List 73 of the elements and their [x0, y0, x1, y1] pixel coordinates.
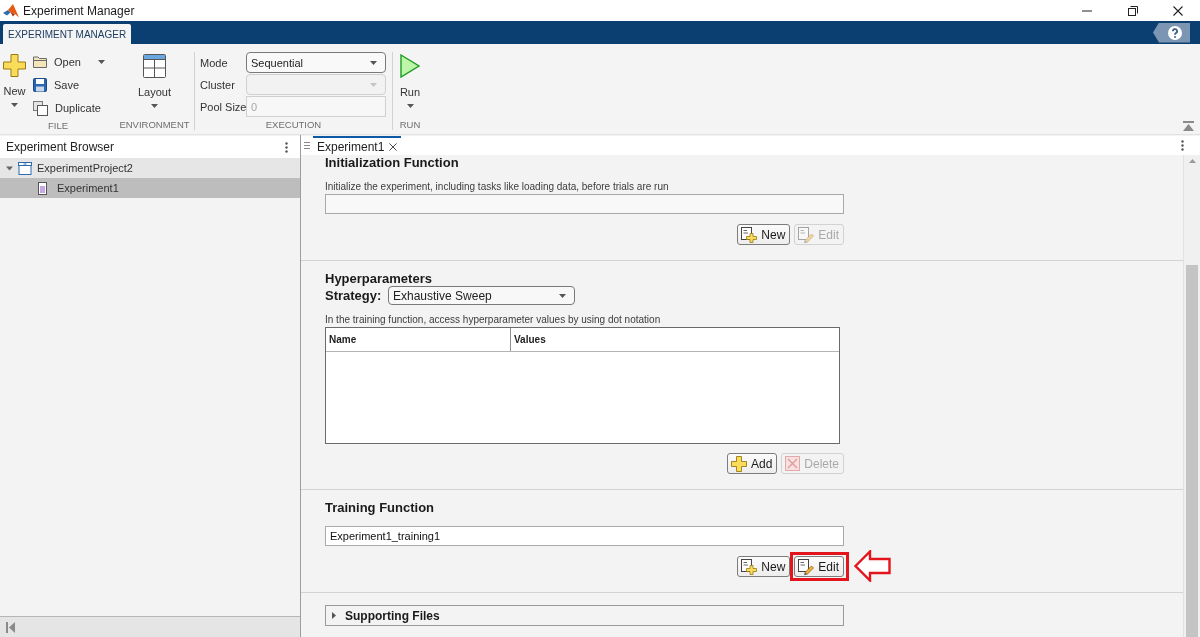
- column-header: Name: [326, 328, 511, 351]
- open-button[interactable]: Open: [30, 51, 108, 73]
- collapse-panel-button[interactable]: [6, 621, 15, 633]
- folder-icon: [33, 56, 47, 68]
- group-label: ENVIRONMENT: [119, 118, 190, 132]
- panel-title: Experiment Browser: [6, 140, 115, 154]
- tree-item[interactable]: ExperimentProject2: [0, 158, 300, 178]
- tree-item[interactable]: Experiment1: [0, 178, 300, 198]
- expand-caret-icon[interactable]: [5, 164, 13, 172]
- pencil-document-icon: [798, 226, 815, 243]
- close-icon: [1173, 5, 1183, 16]
- layout-grid-icon: [143, 54, 166, 78]
- kebab-menu-icon: [285, 141, 288, 153]
- section-description: Initialize the experiment, including tasks like loading data, before trials are run: [325, 181, 670, 192]
- strategy-label: Strategy:: [325, 288, 383, 303]
- new-file-icon: [741, 226, 758, 243]
- save-button[interactable]: Save: [30, 74, 108, 96]
- field-label: Pool Size: [200, 100, 246, 113]
- close-icon: [389, 142, 398, 151]
- new-button[interactable]: New: [737, 224, 791, 245]
- dropdown[interactable]: Sequential: [246, 52, 386, 73]
- field-label: Mode: [200, 56, 229, 69]
- run-button[interactable]: Run: [396, 51, 424, 115]
- window-title: Experiment Manager: [23, 3, 135, 18]
- collapse-left-icon: [6, 621, 15, 633]
- plus-icon: [730, 455, 747, 472]
- grip-icon: [304, 142, 310, 149]
- layout-button[interactable]: Layout: [135, 51, 174, 115]
- plus-icon: [3, 54, 26, 77]
- scroll-up-icon[interactable]: [1188, 159, 1196, 163]
- document-tab[interactable]: Experiment1: [313, 136, 402, 155]
- group-label: RUN: [399, 118, 421, 132]
- app-logo-icon: [3, 3, 19, 18]
- edit-button[interactable]: Edit: [794, 556, 844, 577]
- section-description: In the training function, access hyperparameter values by using dot notation: [325, 314, 662, 325]
- new-file-icon: [741, 558, 758, 575]
- add-button[interactable]: Add: [726, 453, 778, 474]
- ribbon-tab[interactable]: EXPERIMENT MANAGER: [3, 24, 132, 44]
- caret-icon: [370, 60, 377, 65]
- panel-menu-button[interactable]: [285, 141, 288, 153]
- scrollbar-thumb[interactable]: [1186, 265, 1198, 637]
- new-button[interactable]: New: [0, 51, 29, 115]
- help-button[interactable]: [1153, 22, 1190, 43]
- section-title: Training Function: [325, 500, 436, 515]
- pointer-arrow: [854, 550, 891, 582]
- play-icon: [400, 54, 420, 78]
- function-field[interactable]: [325, 194, 844, 214]
- pencil-document-icon: [798, 558, 815, 575]
- scrollbar[interactable]: [1183, 155, 1200, 637]
- x-square-icon: [785, 456, 801, 471]
- document-menu-button[interactable]: [1181, 140, 1184, 151]
- collapse-up-icon: [1183, 121, 1194, 131]
- minimize-icon: [1082, 9, 1092, 12]
- new-button[interactable]: New: [737, 556, 791, 577]
- group-label: FILE: [47, 119, 69, 133]
- project-box-icon: [18, 161, 32, 175]
- strategy-dropdown[interactable]: Exhaustive Sweep: [388, 286, 575, 305]
- field-label: Cluster: [200, 78, 236, 91]
- group-label: EXECUTION: [265, 118, 322, 132]
- section-title: Hyperparameters: [325, 271, 433, 286]
- collapse-toolstrip-button[interactable]: [1183, 121, 1194, 131]
- column-header: Values: [513, 333, 547, 347]
- function-field[interactable]: Experiment1_training1: [325, 526, 844, 546]
- caret-icon: [370, 82, 377, 87]
- restore-icon: [1128, 5, 1138, 16]
- collapsible-header[interactable]: Supporting Files: [325, 605, 844, 626]
- help-icon: [1167, 25, 1182, 40]
- duplicate-button[interactable]: Duplicate: [30, 97, 108, 119]
- section-title: Initialization Function: [325, 155, 460, 170]
- caret-icon: [559, 293, 566, 298]
- kebab-menu-icon: [1181, 140, 1184, 151]
- document-icon: [38, 181, 47, 195]
- copy-icon: [33, 100, 48, 116]
